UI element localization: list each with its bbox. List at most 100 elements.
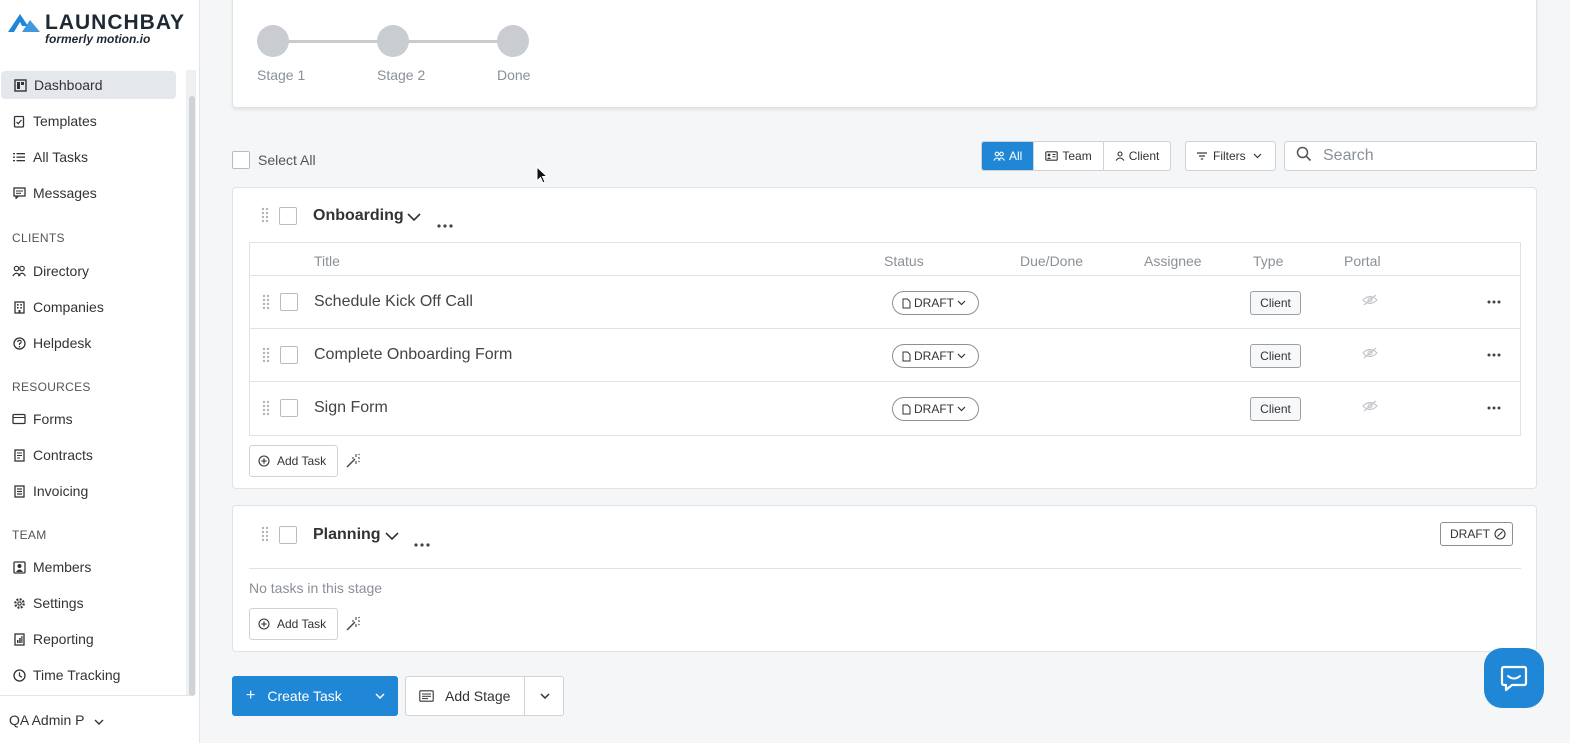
search-box[interactable] xyxy=(1284,141,1537,171)
sidebar-item-contracts[interactable]: Contracts xyxy=(0,441,186,469)
user-menu[interactable]: QA Admin P xyxy=(0,695,190,743)
task-checkbox[interactable] xyxy=(280,293,298,311)
status-dropdown[interactable]: DRAFT xyxy=(892,397,979,421)
stage-label: Stage 1 xyxy=(257,67,306,83)
column-status[interactable]: Status xyxy=(884,253,924,269)
more-options-icon[interactable] xyxy=(414,534,430,552)
contract-icon xyxy=(12,448,26,462)
drag-handle-icon[interactable] xyxy=(262,294,270,310)
status-label: DRAFT xyxy=(914,296,954,310)
task-title[interactable]: Schedule Kick Off Call xyxy=(314,293,473,311)
progress-connector xyxy=(401,40,503,43)
stage-header: Onboarding xyxy=(233,188,1536,244)
sidebar-item-helpdesk[interactable]: Helpdesk xyxy=(0,329,186,357)
sidebar-item-all-tasks[interactable]: All Tasks xyxy=(0,143,186,171)
resources-heading: RESOURCES xyxy=(12,380,91,394)
stage-checkbox[interactable] xyxy=(279,207,297,225)
member-icon xyxy=(12,560,26,574)
view-client-button[interactable]: Client xyxy=(1104,142,1171,170)
sidebar-item-companies[interactable]: Companies xyxy=(0,293,186,321)
user-name: QA Admin P xyxy=(9,711,85,728)
more-options-icon[interactable] xyxy=(1487,300,1501,304)
mouse-cursor-icon xyxy=(536,166,548,184)
create-task-button[interactable]: + Create Task xyxy=(232,676,398,716)
column-title[interactable]: Title xyxy=(314,253,340,269)
drag-handle-icon[interactable] xyxy=(261,526,269,542)
sidebar-item-members[interactable]: Members xyxy=(0,553,186,581)
stage-checkbox[interactable] xyxy=(279,526,297,544)
sidebar-item-invoicing[interactable]: Invoicing xyxy=(0,477,186,505)
drag-handle-icon[interactable] xyxy=(262,347,270,363)
person-icon xyxy=(1115,151,1125,161)
more-options-icon[interactable] xyxy=(1487,353,1501,357)
filters-button[interactable]: Filters xyxy=(1185,141,1276,171)
view-team-label: Team xyxy=(1062,149,1092,163)
stage-dot[interactable] xyxy=(377,25,409,57)
sidebar: LAUNCHBAY formerly motion.io Dashboard T… xyxy=(0,0,200,743)
column-portal[interactable]: Portal xyxy=(1344,253,1381,269)
type-badge: Client xyxy=(1250,344,1301,368)
magic-wand-icon[interactable] xyxy=(345,453,361,469)
id-card-icon xyxy=(1045,151,1059,161)
add-stage-button[interactable]: Add Stage xyxy=(405,676,564,716)
drag-handle-icon[interactable] xyxy=(262,400,270,416)
select-all-checkbox[interactable] xyxy=(232,151,250,169)
sidebar-item-settings[interactable]: Settings xyxy=(0,589,186,617)
sidebar-scrollbar-thumb[interactable] xyxy=(189,96,195,696)
table-row[interactable]: Sign Form DRAFT Client xyxy=(250,382,1520,435)
add-task-button[interactable]: Add Task xyxy=(249,608,338,640)
more-options-icon[interactable] xyxy=(437,215,453,233)
stage-status-badge[interactable]: DRAFT xyxy=(1440,522,1513,546)
add-stage-dropdown[interactable] xyxy=(524,677,564,715)
chat-support-button[interactable] xyxy=(1484,648,1544,708)
sidebar-item-time-tracking[interactable]: Time Tracking xyxy=(0,661,186,689)
divider xyxy=(249,568,1521,569)
table-row[interactable]: Complete Onboarding Form DRAFT Client xyxy=(250,329,1520,382)
eye-off-icon[interactable] xyxy=(1362,294,1378,306)
sidebar-item-messages[interactable]: Messages xyxy=(0,179,186,207)
stage-dot[interactable] xyxy=(497,25,529,57)
eye-off-icon[interactable] xyxy=(1362,400,1378,412)
chevron-down-icon[interactable] xyxy=(407,209,421,227)
add-stage-label: Add Stage xyxy=(445,688,511,704)
add-task-button[interactable]: Add Task xyxy=(249,445,338,477)
eye-off-icon[interactable] xyxy=(1362,347,1378,359)
empty-stage-text: No tasks in this stage xyxy=(249,580,383,596)
task-checkbox[interactable] xyxy=(280,346,298,364)
column-type[interactable]: Type xyxy=(1253,253,1283,269)
table-header: Title Status Due/Done Assignee Type Port… xyxy=(250,243,1520,276)
task-title[interactable]: Sign Form xyxy=(314,399,388,417)
sidebar-item-label: Members xyxy=(33,559,92,575)
select-all[interactable]: Select All xyxy=(232,151,316,169)
magic-wand-icon[interactable] xyxy=(345,616,361,632)
chevron-down-icon[interactable] xyxy=(385,528,399,546)
view-all-label: All xyxy=(1009,149,1023,163)
view-team-button[interactable]: Team xyxy=(1034,142,1104,170)
sidebar-item-dashboard[interactable]: Dashboard xyxy=(1,71,176,99)
sidebar-item-directory[interactable]: Directory xyxy=(0,257,186,285)
sidebar-item-label: Settings xyxy=(33,595,84,611)
table-row[interactable]: Schedule Kick Off Call DRAFT Client xyxy=(250,276,1520,329)
sidebar-item-forms[interactable]: Forms xyxy=(0,405,186,433)
sidebar-item-reporting[interactable]: Reporting xyxy=(0,625,186,653)
launchbay-logo-icon xyxy=(8,14,40,32)
logo[interactable]: LAUNCHBAY formerly motion.io xyxy=(8,10,188,48)
column-assignee[interactable]: Assignee xyxy=(1144,253,1202,269)
stage-list-icon xyxy=(419,690,434,702)
gear-icon xyxy=(12,596,26,610)
column-due[interactable]: Due/Done xyxy=(1020,253,1083,269)
sidebar-item-templates[interactable]: Templates xyxy=(0,107,186,135)
task-checkbox[interactable] xyxy=(280,399,298,417)
stage-dot[interactable] xyxy=(257,25,289,57)
stage-label: Done xyxy=(497,67,531,83)
create-task-dropdown[interactable] xyxy=(362,676,398,716)
task-title[interactable]: Complete Onboarding Form xyxy=(314,346,512,364)
view-all-button[interactable]: All xyxy=(982,142,1035,170)
stage-planning: Planning DRAFT No tasks in this stage Ad… xyxy=(232,505,1537,652)
status-dropdown[interactable]: DRAFT xyxy=(892,291,979,315)
sidebar-item-label: Messages xyxy=(33,185,97,201)
status-dropdown[interactable]: DRAFT xyxy=(892,344,979,368)
drag-handle-icon[interactable] xyxy=(261,207,269,223)
search-input[interactable] xyxy=(1323,147,1523,165)
more-options-icon[interactable] xyxy=(1487,406,1501,410)
